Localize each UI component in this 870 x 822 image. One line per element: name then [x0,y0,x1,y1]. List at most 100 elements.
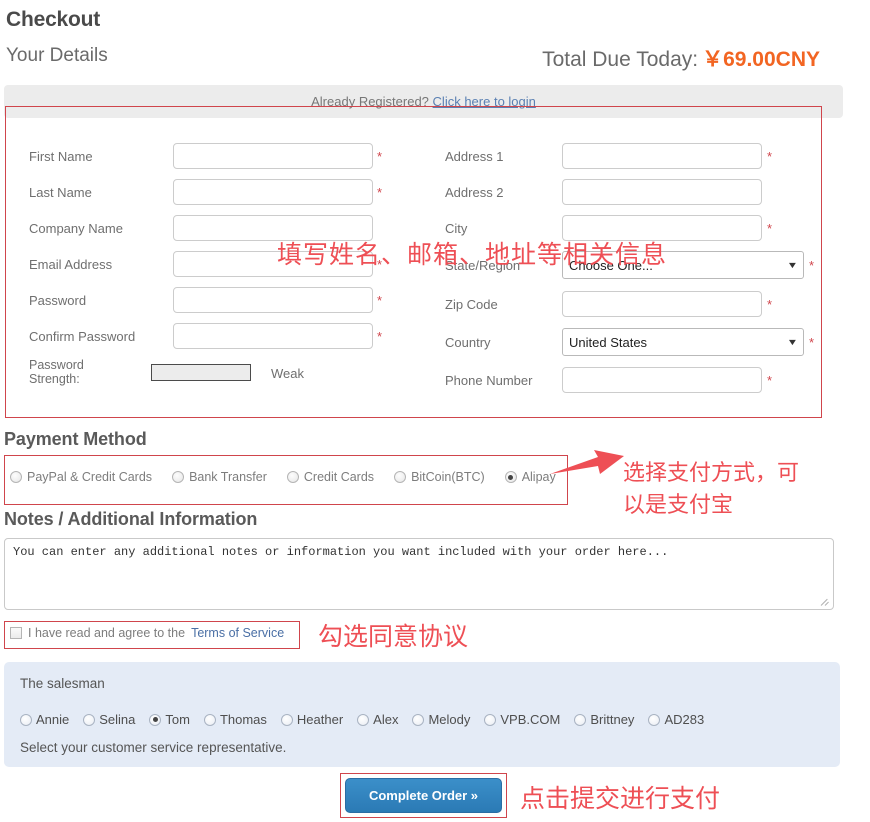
address-2-input[interactable] [562,179,762,205]
annotation-text-submit: 点击提交进行支付 [520,784,721,813]
salesman-options: Annie Selina Tom Thomas Heather Alex Mel… [20,712,704,727]
salesman-option-heather[interactable]: Heather [280,712,344,727]
payment-option-alipay[interactable]: Alipay [504,470,556,484]
salesman-option-label: Selina [99,712,136,727]
salesman-footer-text: Select your customer service representat… [20,740,287,755]
salesman-option-label: Heather [296,712,344,727]
payment-option-paypal[interactable]: PayPal & Credit Cards [10,470,152,484]
radio-icon[interactable] [280,713,293,726]
salesman-option-ad283[interactable]: AD283 [648,712,704,727]
your-details-heading: Your Details [6,45,108,66]
total-due-today: Total Due Today: ￥69.00CNY [542,43,820,73]
radio-icon[interactable] [10,471,22,483]
payment-option-label: PayPal & Credit Cards [27,470,153,484]
country-label: Country [445,334,491,350]
field-address-1: Address 1 * [5,142,822,170]
radio-icon-selected[interactable] [504,471,517,483]
payment-option-label: BitCoin(BTC) [411,470,485,484]
country-required: * [809,334,815,350]
chevron-down-icon: ▼ [786,260,799,270]
chevron-down-icon: ▼ [786,337,799,347]
state-region-select[interactable]: Choose One... ▼ [562,251,804,279]
phone-number-required: * [767,372,773,388]
city-input[interactable] [562,215,762,241]
payment-option-bank-transfer[interactable]: Bank Transfer [172,470,267,484]
field-zip-code: Zip Code * [5,290,822,318]
radio-icon[interactable] [357,713,370,726]
city-required: * [767,220,773,236]
salesman-panel: The salesman Annie Selina Tom Thomas Hea… [4,662,840,767]
salesman-option-tom[interactable]: Tom [149,712,190,727]
salesman-title: The salesman [20,676,105,691]
salesman-option-label: Annie [36,712,70,727]
field-country: Country United States ▼ * [5,328,822,356]
salesman-option-label: Tom [165,712,190,727]
phone-number-input[interactable] [562,367,762,393]
total-due-amount: ￥69.00CNY [702,48,820,71]
salesman-option-brittney[interactable]: Brittney [574,712,634,727]
radio-icon[interactable] [394,471,407,483]
terms-agreement-row[interactable]: I have read and agree to the Terms of Se… [10,626,284,640]
payment-option-label: Credit Cards [303,470,375,484]
radio-icon[interactable] [203,713,216,726]
radio-icon[interactable] [574,713,587,726]
notes-textarea[interactable] [4,538,834,610]
salesman-option-melody[interactable]: Melody [412,712,470,727]
radio-icon[interactable] [286,471,299,483]
customer-details-form: First Name * Last Name * Company Name Em… [5,120,822,416]
radio-icon[interactable] [83,713,96,726]
salesman-option-label: Thomas [219,712,267,727]
country-value: United States [569,334,648,350]
salesman-option-label: Melody [428,712,471,727]
complete-order-button[interactable]: Complete Order » [345,778,502,813]
payment-option-credit-cards[interactable]: Credit Cards [286,470,375,484]
address-1-input[interactable] [562,143,762,169]
state-region-value: Choose One... [569,257,653,273]
salesman-option-thomas[interactable]: Thomas [203,712,267,727]
annotation-text-payment: 选择支付方式，可 以是支付宝 [623,461,800,518]
salesman-option-vpbcom[interactable]: VPB.COM [484,712,560,727]
field-address-2: Address 2 [5,178,822,206]
payment-method-heading: Payment Method [4,429,147,449]
payment-option-label: Bank Transfer [189,470,267,484]
salesman-option-selina[interactable]: Selina [83,712,135,727]
radio-icon[interactable] [648,713,661,726]
page-title: Checkout [6,8,101,31]
zip-code-label: Zip Code [445,296,498,312]
salesman-option-label: Brittney [590,712,635,727]
radio-icon[interactable] [20,713,32,726]
country-select[interactable]: United States ▼ [562,328,804,356]
salesman-option-label: Alex [373,712,399,727]
zip-code-input[interactable] [562,291,762,317]
salesman-option-label: VPB.COM [500,712,561,727]
annotation-arrow-icon [550,450,624,474]
payment-option-label: Alipay [521,470,556,484]
annotation-text-terms: 勾选同意协议 [318,622,469,651]
address-2-label: Address 2 [445,184,504,200]
field-city: City * [5,214,822,242]
terms-of-service-link[interactable]: Terms of Service [191,626,284,640]
login-link[interactable]: Click here to login [433,94,536,109]
terms-checkbox[interactable] [10,627,22,639]
radio-icon[interactable] [172,471,185,483]
phone-number-label: Phone Number [445,372,533,388]
city-label: City [445,220,468,236]
already-registered-text: Already Registered? [311,94,429,109]
radio-icon[interactable] [412,713,425,726]
salesman-option-alex[interactable]: Alex [357,712,398,727]
address-1-label: Address 1 [445,148,504,164]
notes-heading: Notes / Additional Information [4,509,258,529]
total-due-label: Total Due Today: [542,48,699,71]
radio-icon[interactable] [484,713,497,726]
salesman-option-label: AD283 [664,712,705,727]
address-1-required: * [767,148,773,164]
terms-text: I have read and agree to the [28,626,186,640]
zip-code-required: * [767,296,773,312]
field-phone-number: Phone Number * [5,366,822,394]
payment-option-bitcoin[interactable]: BitCoin(BTC) [394,470,485,484]
already-registered-bar: Already Registered? Click here to login [4,85,843,118]
salesman-option-annie[interactable]: Annie [20,712,69,727]
state-region-required: * [809,257,815,273]
radio-icon-selected[interactable] [149,713,162,726]
field-state-region: State/Region Choose One... ▼ * [5,251,822,279]
